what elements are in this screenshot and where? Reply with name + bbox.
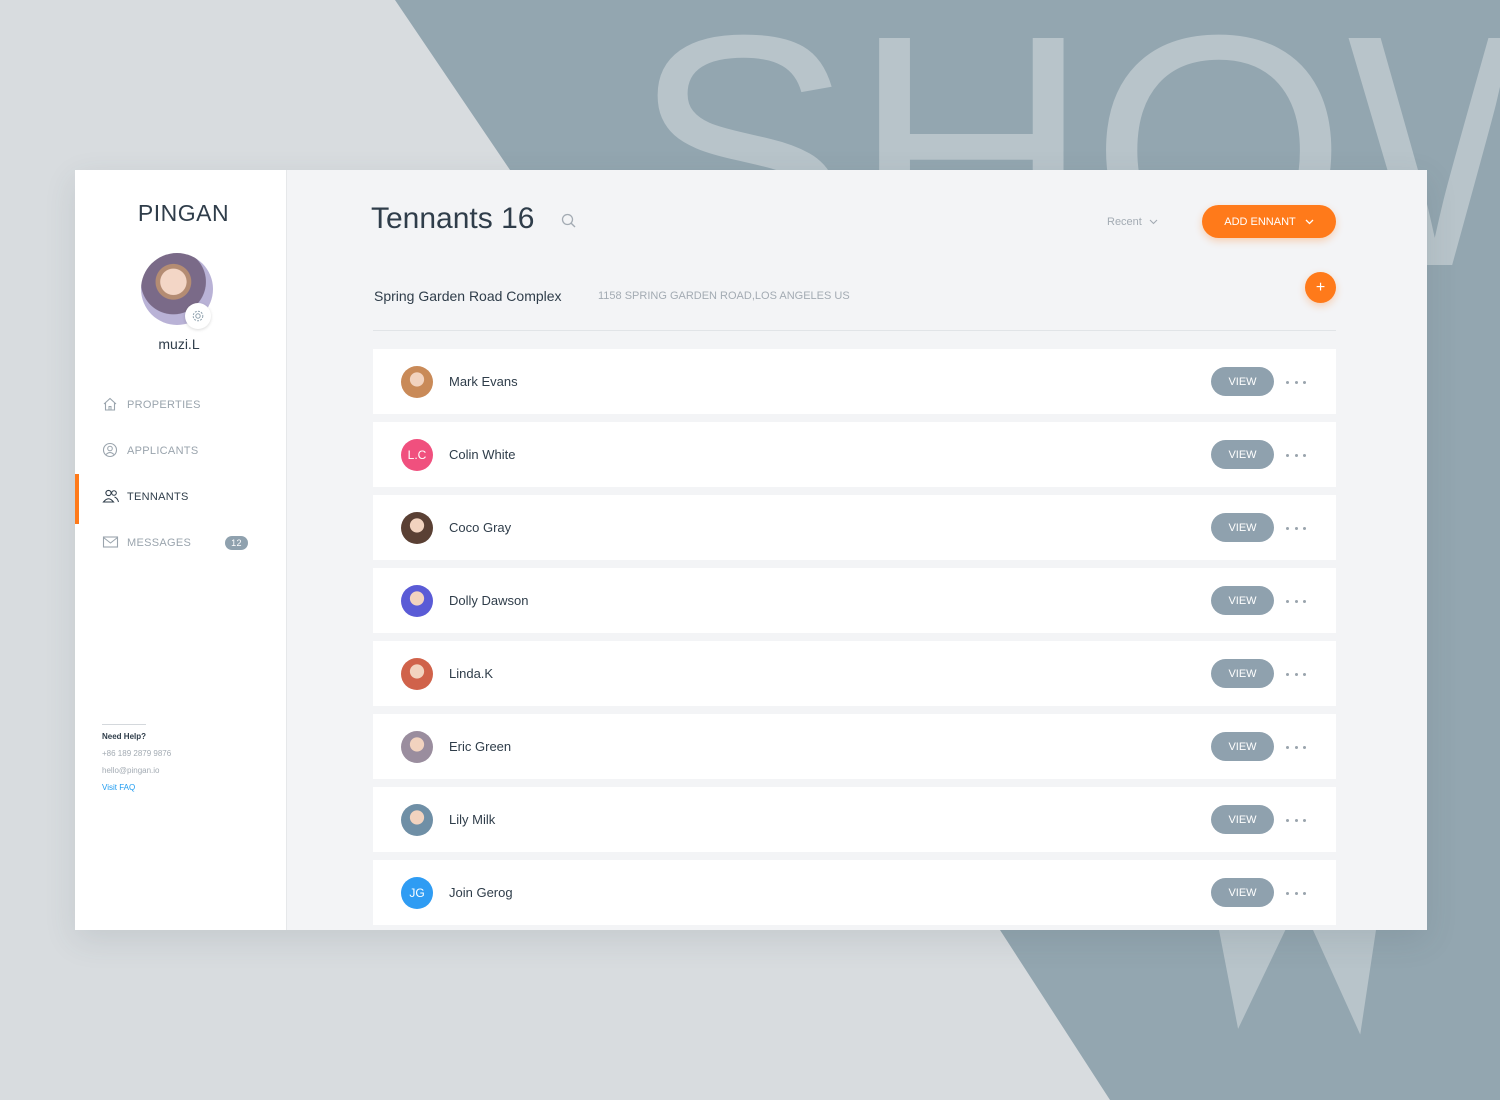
table-row[interactable]: Eric Green VIEW (373, 714, 1336, 779)
property-name: Spring Garden Road Complex (374, 288, 562, 304)
table-row[interactable]: Coco Gray VIEW (373, 495, 1336, 560)
users-icon (102, 488, 120, 506)
table-row[interactable]: L.C Colin White VIEW (373, 422, 1336, 487)
table-row[interactable]: JG Join Gerog VIEW (373, 860, 1336, 925)
table-row[interactable]: Linda.K VIEW (373, 641, 1336, 706)
tenant-name: Mark Evans (449, 374, 518, 389)
sidebar-item-label: PROPERTIES (127, 399, 201, 411)
more-options-icon[interactable] (1286, 446, 1306, 464)
view-button[interactable]: VIEW (1211, 732, 1274, 761)
tenant-name: Coco Gray (449, 520, 512, 535)
tenant-name: Lily Milk (449, 812, 496, 827)
view-button[interactable]: VIEW (1211, 440, 1274, 469)
more-options-icon[interactable] (1286, 884, 1306, 902)
brand-logo: PINGAN (137, 200, 230, 226)
avatar (401, 366, 433, 398)
help-phone: +86 189 2879 9876 (102, 749, 172, 758)
avatar (401, 658, 433, 690)
more-options-icon[interactable] (1286, 519, 1306, 537)
tenant-name: Dolly Dawson (449, 593, 529, 608)
help-title: Need Help? (102, 732, 147, 741)
tenant-name: Join Gerog (449, 885, 513, 900)
tenant-name: Eric Green (449, 739, 512, 754)
more-options-icon[interactable] (1286, 592, 1306, 610)
mail-icon (102, 534, 120, 552)
sort-dropdown[interactable]: Recent (1107, 216, 1158, 228)
section-divider (373, 330, 1336, 331)
help-divider (102, 724, 146, 725)
main-content: Tennants 16 Recent ADD ENNANT Spring Gar… (286, 170, 1427, 930)
more-options-icon[interactable] (1286, 665, 1306, 683)
more-options-icon[interactable] (1286, 811, 1306, 829)
add-tenant-label: ADD ENNANT (1224, 215, 1296, 228)
tenant-name: Linda.K (449, 666, 494, 681)
messages-count-badge: 12 (225, 536, 248, 550)
sidebar: PINGAN muzi.L PROPERTIES APPLICANTS TENN… (75, 170, 287, 930)
more-options-icon[interactable] (1286, 373, 1306, 391)
avatar (401, 512, 433, 544)
add-property-button[interactable]: + (1305, 272, 1336, 303)
profile-avatar[interactable] (141, 253, 213, 329)
help-section: Need Help? +86 189 2879 9876 hello@pinga… (102, 724, 272, 792)
sidebar-nav: PROPERTIES APPLICANTS TENNANTS MESSAGES (75, 382, 286, 566)
search-icon[interactable] (560, 212, 578, 230)
faq-link[interactable]: Visit FAQ (102, 783, 272, 792)
avatar (401, 731, 433, 763)
sidebar-item-label: TENNANTS (127, 491, 189, 503)
sort-label: Recent (1107, 216, 1142, 228)
view-button[interactable]: VIEW (1211, 513, 1274, 542)
add-tenant-button[interactable]: ADD ENNANT (1202, 205, 1336, 238)
gear-icon[interactable] (185, 303, 211, 329)
sidebar-item-messages[interactable]: MESSAGES 12 (75, 520, 286, 566)
table-row[interactable]: Mark Evans VIEW (373, 349, 1336, 414)
view-button[interactable]: VIEW (1211, 367, 1274, 396)
app-window: PINGAN muzi.L PROPERTIES APPLICANTS TENN… (75, 170, 1427, 930)
table-row[interactable]: Dolly Dawson VIEW (373, 568, 1336, 633)
sidebar-item-applicants[interactable]: APPLICANTS (75, 428, 286, 474)
view-button[interactable]: VIEW (1211, 878, 1274, 907)
user-circle-icon (102, 442, 120, 460)
home-icon (102, 396, 120, 414)
table-row[interactable]: Lily Milk VIEW (373, 787, 1336, 852)
chevron-down-icon (1149, 219, 1158, 225)
plus-icon: + (1315, 278, 1326, 296)
avatar (401, 585, 433, 617)
sidebar-item-label: MESSAGES (127, 537, 192, 549)
sidebar-item-tennants[interactable]: TENNANTS (75, 474, 286, 524)
tenant-name: Colin White (449, 447, 516, 462)
more-options-icon[interactable] (1286, 738, 1306, 756)
avatar: L.C (401, 439, 433, 471)
view-button[interactable]: VIEW (1211, 586, 1274, 615)
sidebar-item-properties[interactable]: PROPERTIES (75, 382, 286, 428)
chevron-down-icon (1305, 219, 1314, 224)
username: muzi.L (158, 336, 200, 352)
avatar (401, 804, 433, 836)
property-address: 1158 SPRING GARDEN ROAD,LOS ANGELES US (598, 290, 850, 302)
tenant-list: Mark Evans VIEW L.C Colin White VIEW Coc… (373, 349, 1336, 930)
view-button[interactable]: VIEW (1211, 659, 1274, 688)
page-title: Tennants 16 (371, 202, 535, 235)
sidebar-item-label: APPLICANTS (127, 445, 199, 457)
view-button[interactable]: VIEW (1211, 805, 1274, 834)
help-email: hello@pingan.io (102, 766, 160, 775)
avatar: JG (401, 877, 433, 909)
